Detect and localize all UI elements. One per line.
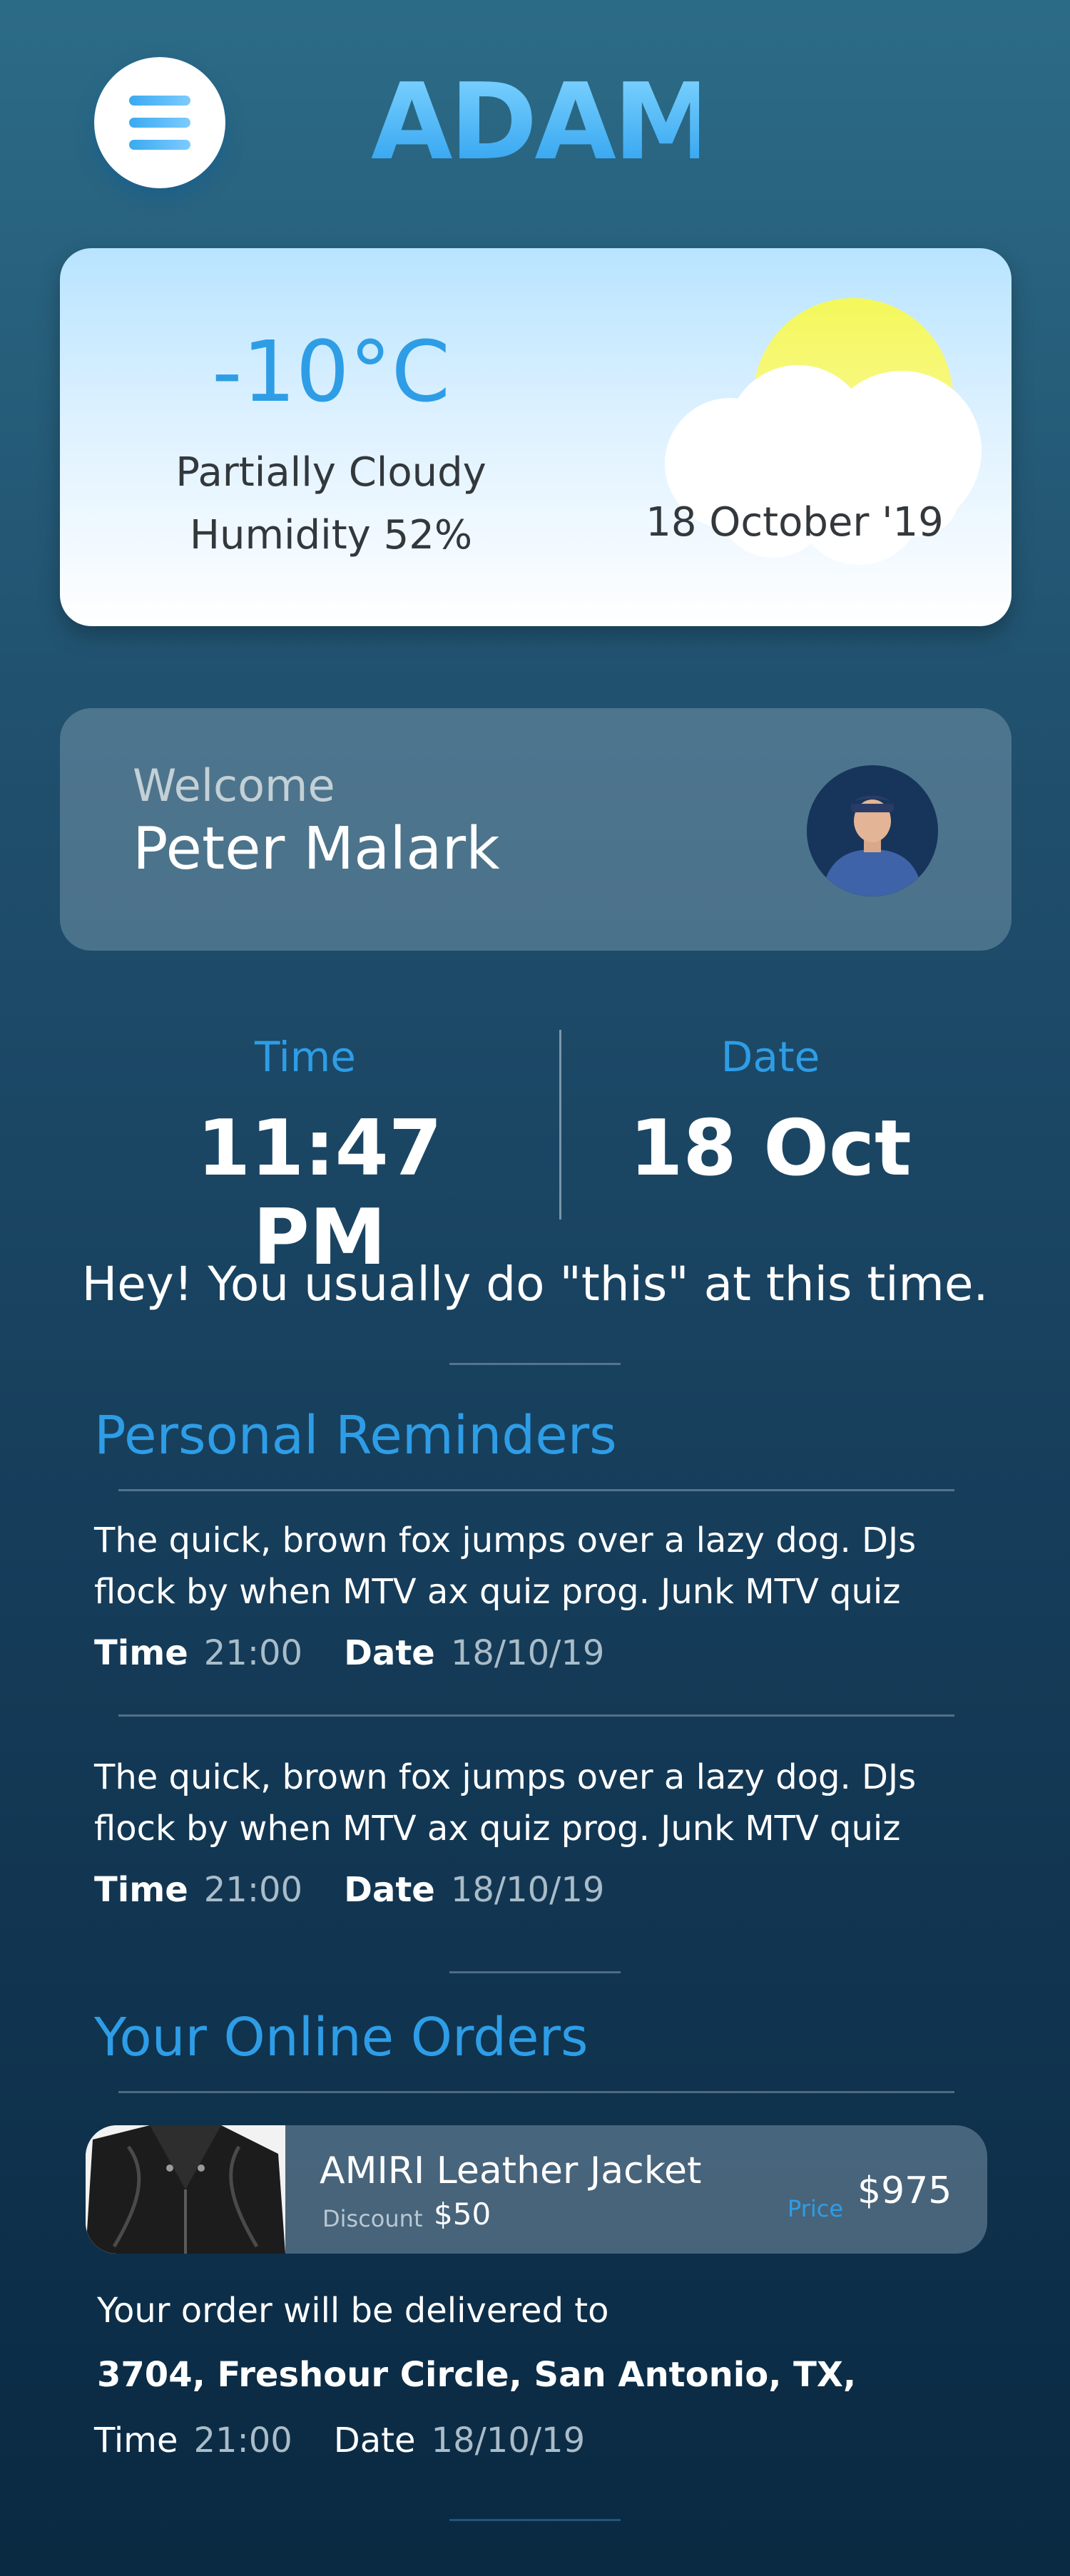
reminder-date: 18/10/19 <box>450 1870 605 1910</box>
weather-date: 18 October '19 <box>646 499 944 546</box>
order-card[interactable]: AMIRI Leather Jacket Discount $50 Price … <box>86 2125 987 2254</box>
divider <box>449 2519 621 2521</box>
welcome-label: Welcome <box>133 760 335 812</box>
date-label: Date <box>333 2421 416 2460</box>
date-label: Date <box>344 1633 435 1673</box>
reminder-date: 18/10/19 <box>450 1633 605 1673</box>
divider <box>118 2091 954 2093</box>
reminder-text-line: flock by when MTV ax quiz prog. Junk MTV… <box>94 1809 901 1849</box>
user-name: Peter Malark <box>133 815 500 883</box>
divider <box>449 1971 621 1973</box>
current-date: 18 Oct <box>629 1104 912 1193</box>
divider <box>449 1363 621 1365</box>
reminder-text-line: flock by when MTV ax quiz prog. Junk MTV… <box>94 1572 901 1612</box>
hamburger-menu-icon <box>129 96 190 150</box>
menu-button[interactable] <box>94 57 225 188</box>
time-label: Time <box>94 2421 178 2460</box>
delivery-time: 21:00 <box>193 2421 292 2460</box>
reminder-text-line: The quick, brown fox jumps over a lazy d… <box>94 1520 917 1560</box>
welcome-card: Welcome Peter Malark <box>60 708 1012 951</box>
leather-jacket-image <box>86 2125 285 2254</box>
reminders-title: Personal Reminders <box>94 1405 617 1466</box>
temperature: -10°C <box>211 322 451 421</box>
app-logo: ADAM <box>371 61 718 183</box>
reminder-meta: Time 21:00 Date 18/10/19 <box>94 1870 604 1910</box>
product-name: AMIRI Leather Jacket <box>320 2150 702 2192</box>
avatar-photo <box>807 765 938 896</box>
divider <box>118 1714 954 1717</box>
user-avatar[interactable] <box>807 765 938 896</box>
discount-label: Discount <box>322 2205 423 2232</box>
discount-value: $50 <box>434 2197 491 2232</box>
time-label: Time <box>94 1870 188 1910</box>
reminder-time: 21:00 <box>203 1870 303 1910</box>
orders-title: Your Online Orders <box>94 2007 588 2068</box>
reminder-text-line: The quick, brown fox jumps over a lazy d… <box>94 1757 917 1797</box>
weather-condition: Partially Cloudy <box>175 449 486 496</box>
delivery-meta: Time 21:00 Date 18/10/19 <box>94 2421 585 2460</box>
price-value: $975 <box>857 2169 952 2212</box>
delivery-address: 3704, Freshour Circle, San Antonio, TX, <box>97 2355 857 2395</box>
weather-card: -10°C Partially Cloudy Humidity 52% 18 O… <box>60 248 1012 626</box>
time-label: Time <box>255 1033 356 1081</box>
delivery-date: 18/10/19 <box>431 2421 586 2460</box>
reminder-time: 21:00 <box>203 1633 303 1673</box>
delivery-text: Your order will be delivered to <box>97 2291 609 2331</box>
reminder-item[interactable]: The quick, brown fox jumps over a lazy d… <box>0 1742 1070 1927</box>
price-label: Price <box>788 2195 844 2222</box>
reminder-item[interactable]: The quick, brown fox jumps over a lazy d… <box>0 1505 1070 1690</box>
humidity: Humidity 52% <box>189 512 473 558</box>
date-label: Date <box>720 1033 820 1081</box>
reminder-meta: Time 21:00 Date 18/10/19 <box>94 1633 604 1673</box>
date-label: Date <box>344 1870 435 1910</box>
activity-hint: Hey! You usually do "this" at this time. <box>81 1257 989 1312</box>
divider <box>118 1489 954 1491</box>
time-date-divider <box>559 1030 561 1220</box>
time-label: Time <box>94 1633 188 1673</box>
current-time: 11:47 PM <box>197 1104 442 1282</box>
